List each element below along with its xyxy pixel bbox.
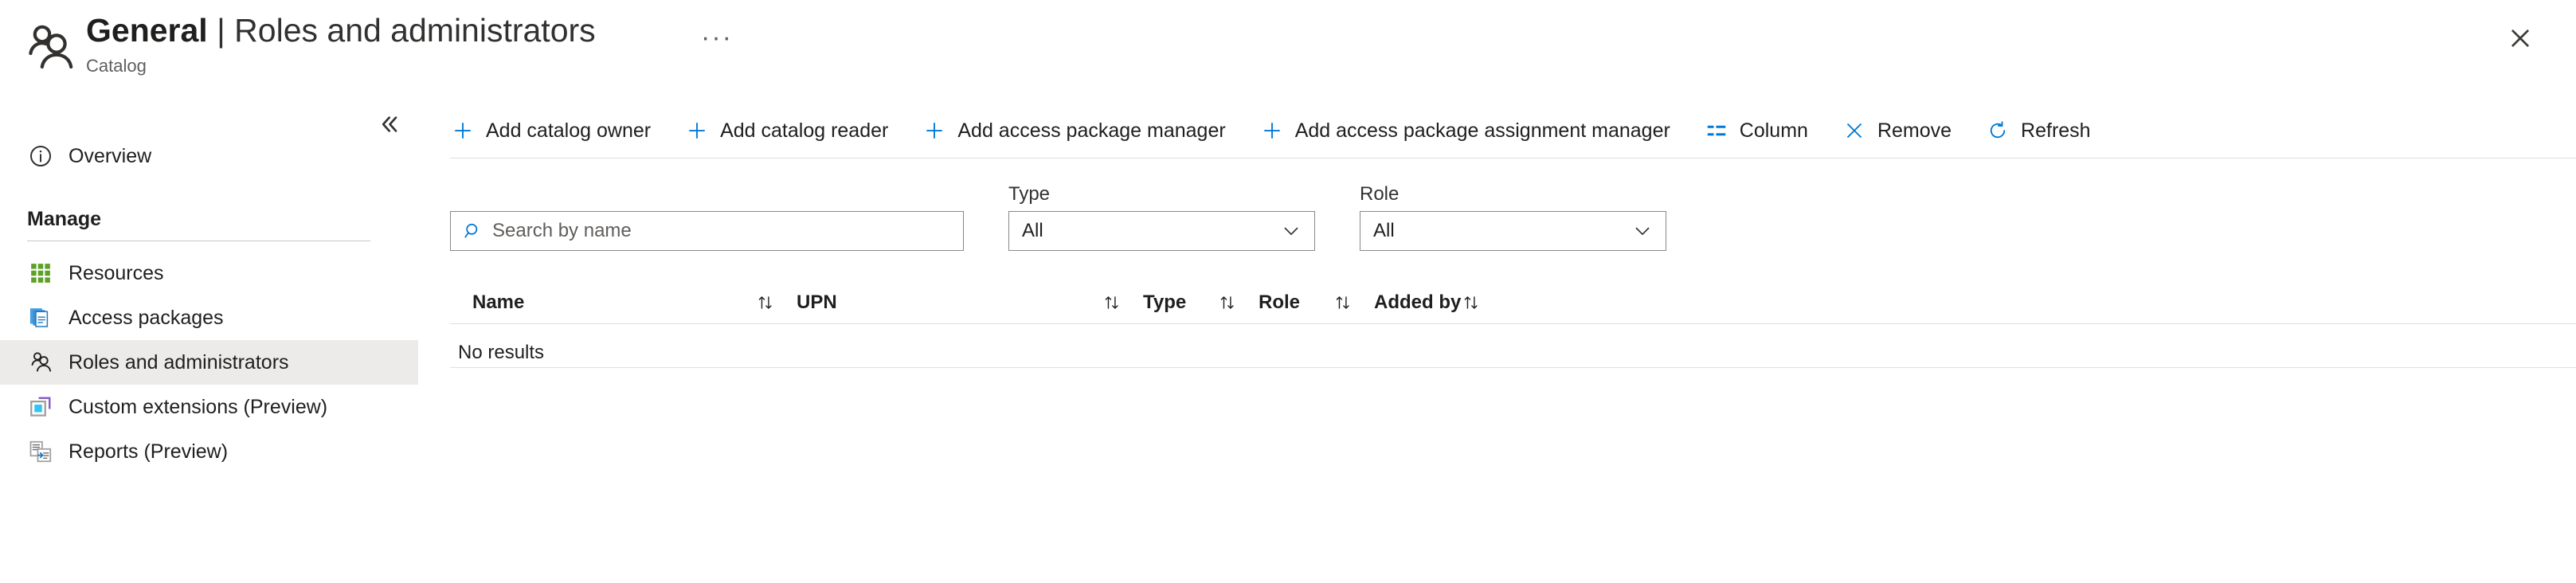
- toolbar-button-label: Add catalog owner: [486, 121, 651, 141]
- info-icon: [27, 143, 54, 170]
- column-header-label: Name: [472, 293, 524, 312]
- chevron-down-icon: [1631, 219, 1654, 243]
- toolbar-button-label: Add access package assignment manager: [1295, 121, 1670, 141]
- toolbar-button-label: Refresh: [2021, 121, 2091, 141]
- sidebar: Overview Manage: [0, 99, 418, 583]
- sidebar-item-label: Resources: [69, 264, 164, 284]
- page-title-section: Roles and administrators: [234, 12, 595, 49]
- toolbar-button-label: Remove: [1877, 121, 1952, 141]
- column-icon: [1704, 118, 1729, 143]
- sidebar-item-roles-and-administrators[interactable]: Roles and administrators: [0, 340, 418, 385]
- add-catalog-reader-button[interactable]: Add catalog reader: [684, 112, 888, 150]
- page-title-scope: General: [86, 12, 208, 49]
- blade-header: General | Roles and administrators Catal…: [0, 0, 2576, 99]
- sidebar-section-manage: Manage: [0, 198, 418, 231]
- type-filter-value: All: [1009, 221, 1279, 241]
- type-filter-label: Type: [1008, 185, 1315, 204]
- sort-icon: [1331, 292, 1374, 313]
- table-footer-divider: [450, 367, 2576, 368]
- sidebar-item-label: Reports (Preview): [69, 442, 228, 462]
- search-box[interactable]: [450, 211, 964, 251]
- sort-icon: [1100, 292, 1143, 313]
- sidebar-item-label: Roles and administrators: [69, 353, 289, 373]
- page-subtitle: Catalog: [86, 54, 596, 78]
- chevron-down-icon: [1279, 219, 1303, 243]
- refresh-icon: [1985, 118, 2010, 143]
- type-filter-select[interactable]: All: [1008, 211, 1315, 251]
- x-icon: [1842, 118, 1867, 143]
- plus-icon: [1259, 118, 1285, 143]
- plus-icon: [450, 118, 476, 143]
- sidebar-item-custom-extensions[interactable]: Custom extensions (Preview): [0, 385, 418, 429]
- documents-icon: [27, 304, 54, 331]
- empty-state-message: No results: [450, 324, 2576, 367]
- search-input[interactable]: [492, 220, 938, 242]
- role-filter-group: Role All: [1360, 185, 1666, 251]
- column-header-name[interactable]: Name: [450, 292, 797, 313]
- content-area: Add catalog owner Add catalog reader Add…: [450, 99, 2576, 583]
- people-icon: [21, 19, 78, 76]
- column-header-label: Added by: [1374, 293, 1461, 312]
- table-header-row: Name UPN Type: [450, 282, 2576, 323]
- more-menu-button[interactable]: ···: [701, 24, 733, 51]
- column-header-label: UPN: [797, 293, 837, 312]
- sidebar-item-resources[interactable]: Resources: [0, 251, 418, 295]
- role-filter-value: All: [1360, 221, 1631, 241]
- page-title-separator: |: [217, 12, 225, 49]
- people-icon: [27, 349, 54, 376]
- sidebar-item-label: Access packages: [69, 308, 224, 328]
- column-button[interactable]: Column: [1704, 112, 1808, 150]
- close-icon[interactable]: [2503, 21, 2538, 56]
- filter-bar: Type All Role All: [450, 185, 1711, 251]
- column-header-label: Type: [1143, 293, 1186, 312]
- remove-button[interactable]: Remove: [1842, 112, 1952, 150]
- plus-icon: [684, 118, 710, 143]
- extension-icon: [27, 393, 54, 421]
- column-header-added-by[interactable]: Added by: [1374, 292, 1494, 313]
- command-toolbar: Add catalog owner Add catalog reader Add…: [450, 108, 2124, 153]
- column-header-label: Role: [1259, 293, 1300, 312]
- grid-icon: [27, 260, 54, 287]
- refresh-button[interactable]: Refresh: [1985, 112, 2091, 150]
- sidebar-item-label: Custom extensions (Preview): [69, 397, 327, 417]
- role-filter-label: Role: [1360, 185, 1666, 204]
- search-icon: [462, 220, 484, 242]
- add-catalog-owner-button[interactable]: Add catalog owner: [450, 112, 651, 150]
- add-access-package-assignment-manager-button[interactable]: Add access package assignment manager: [1259, 112, 1670, 150]
- role-filter-select[interactable]: All: [1360, 211, 1666, 251]
- page-title-block: General | Roles and administrators Catal…: [86, 10, 596, 78]
- search-group: [450, 211, 964, 251]
- page-title: General | Roles and administrators: [86, 10, 596, 51]
- report-icon: [27, 438, 54, 465]
- add-access-package-manager-button[interactable]: Add access package manager: [922, 112, 1225, 150]
- toolbar-button-label: Column: [1740, 121, 1808, 141]
- sidebar-item-reports[interactable]: Reports (Preview): [0, 429, 418, 474]
- type-filter-group: Type All: [1008, 185, 1315, 251]
- toolbar-button-label: Add catalog reader: [720, 121, 888, 141]
- sidebar-item-access-packages[interactable]: Access packages: [0, 295, 418, 340]
- column-header-upn[interactable]: UPN: [797, 292, 1143, 313]
- sidebar-nav: Overview Manage: [0, 134, 418, 474]
- toolbar-button-label: Add access package manager: [957, 121, 1225, 141]
- column-header-type[interactable]: Type: [1143, 292, 1259, 313]
- sidebar-item-overview[interactable]: Overview: [0, 134, 418, 178]
- sort-icon: [754, 292, 797, 313]
- roles-table: Name UPN Type: [450, 282, 2576, 368]
- plus-icon: [922, 118, 947, 143]
- sidebar-item-label: Overview: [69, 147, 151, 166]
- column-header-role[interactable]: Role: [1259, 292, 1374, 313]
- sort-icon: [1461, 292, 1501, 313]
- sort-icon: [1216, 292, 1259, 313]
